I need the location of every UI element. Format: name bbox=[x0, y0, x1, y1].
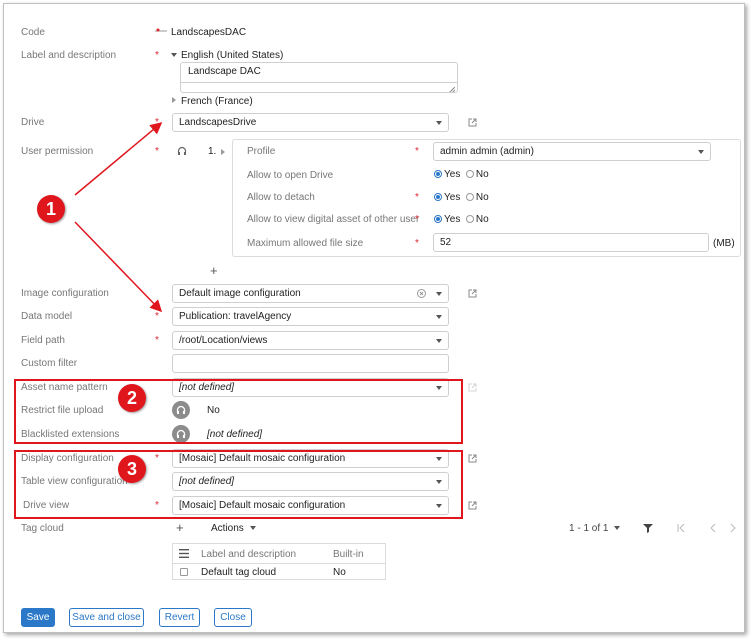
annotation-badge-2: 2 bbox=[118, 384, 146, 412]
annotation-badge-1: 1 bbox=[37, 195, 65, 223]
annotation-badge-3: 3 bbox=[118, 455, 146, 483]
annotation-arrows bbox=[74, 122, 163, 313]
